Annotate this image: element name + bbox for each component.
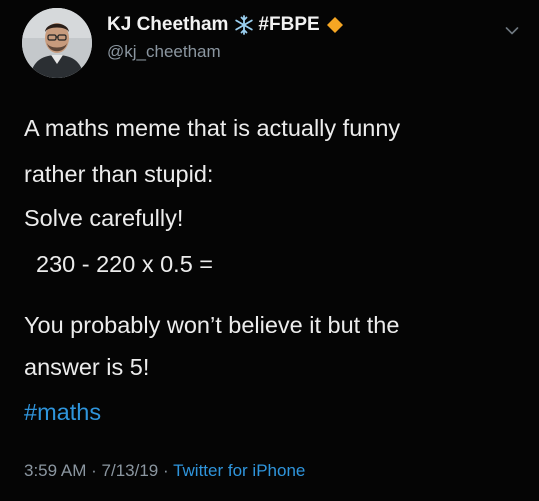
tweet-time[interactable]: 3:59 AM — [24, 461, 86, 480]
meta-separator: · — [91, 461, 97, 480]
author-handle[interactable]: @kj_cheetham — [107, 42, 221, 62]
tweet-date[interactable]: 7/13/19 — [102, 461, 159, 480]
tweet-card: KJ Cheetham #FBPE @kj_cheetham A maths m… — [0, 0, 539, 501]
tweet-text-line: Solve carefully! — [24, 205, 184, 231]
orange-diamond-icon — [326, 17, 343, 33]
avatar-image — [22, 8, 92, 78]
chevron-down-icon[interactable] — [505, 26, 519, 36]
meta-separator: · — [162, 461, 169, 480]
tweet-source-link[interactable]: Twitter for iPhone — [173, 461, 305, 480]
author-name[interactable]: KJ Cheetham — [107, 14, 228, 36]
author-name-row[interactable]: KJ Cheetham #FBPE — [107, 12, 344, 38]
author-hashtag-badge[interactable]: #FBPE — [258, 14, 319, 36]
tweet-text-line: A maths meme that is actually funny — [24, 115, 401, 141]
hashtag-link[interactable]: #maths — [24, 397, 101, 427]
avatar[interactable] — [22, 8, 92, 78]
tweet-text-line: You probably won’t believe it but the — [24, 312, 400, 338]
tweet-text-line: answer is 5! — [24, 354, 150, 380]
tweet-text-line: rather than stupid: — [24, 161, 214, 187]
tweet-meta: 3:59 AM · 7/13/19 · Twitter for iPhone — [24, 461, 305, 481]
snowflake-icon — [235, 15, 254, 35]
tweet-equation: 230 - 220 x 0.5 = — [36, 251, 214, 277]
